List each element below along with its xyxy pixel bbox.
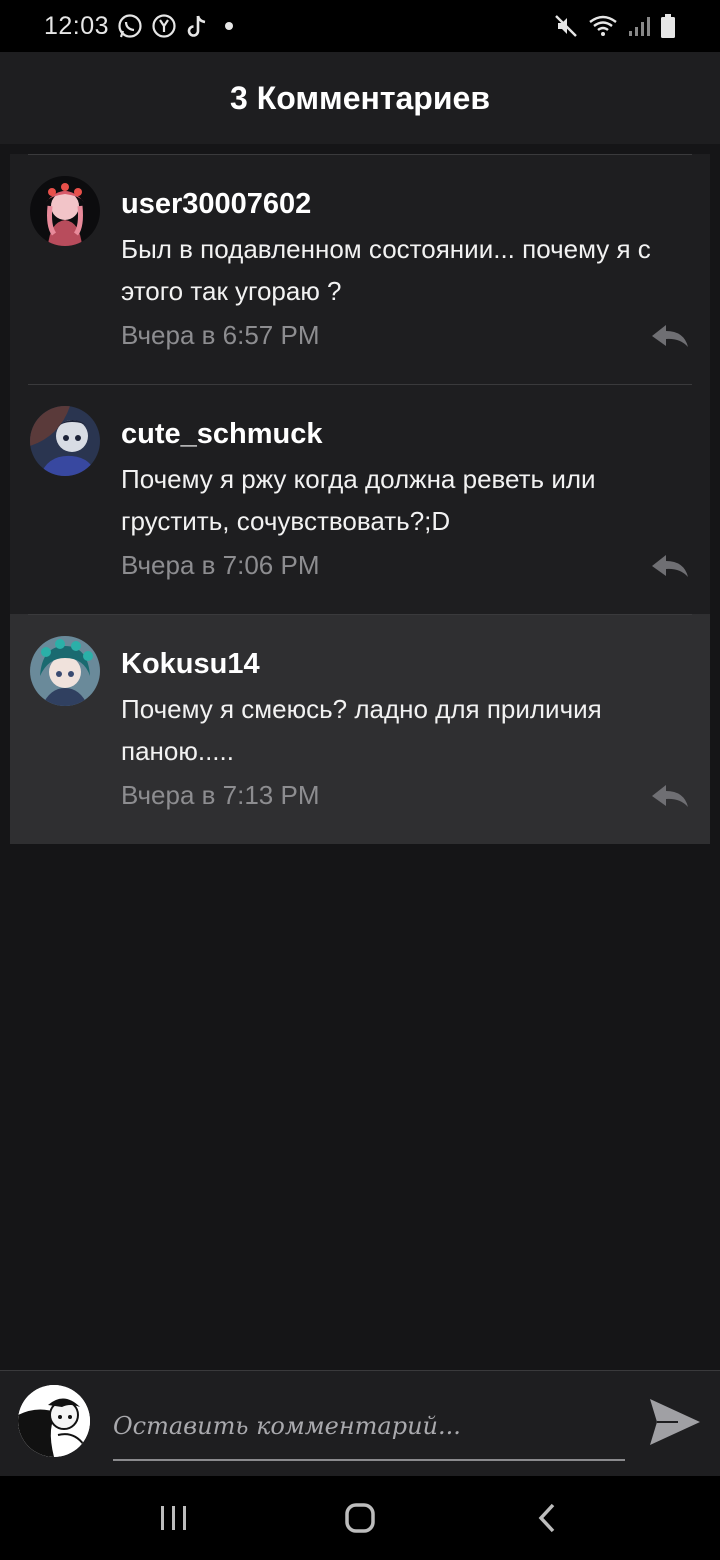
battery-icon: [660, 13, 676, 39]
comment-text: Был в подавленном состоянии... почему я …: [121, 234, 651, 306]
reply-icon[interactable]: [650, 322, 690, 352]
username[interactable]: Kokusu14: [121, 644, 696, 684]
timestamp: Вчера в 7:13 PM: [121, 780, 320, 810]
signal-icon: [628, 15, 650, 37]
wifi-icon: [588, 14, 618, 38]
divider: [28, 154, 692, 155]
avatar[interactable]: [30, 636, 100, 706]
comments-screen: 12:03 3 Комментариев user30007602 Был в …: [0, 0, 720, 1560]
reply-icon[interactable]: [650, 552, 690, 582]
avatar[interactable]: [30, 406, 100, 476]
status-left: 12:03: [44, 11, 234, 41]
timestamp: Вчера в 7:06 PM: [121, 550, 320, 580]
reply-icon[interactable]: [650, 782, 690, 812]
username[interactable]: cute_schmuck: [121, 414, 696, 454]
dot-icon: [225, 22, 234, 30]
home-icon: [345, 1503, 375, 1533]
comment-input-bar: [0, 1370, 720, 1476]
send-button[interactable]: [648, 1397, 702, 1447]
tiktok-icon: [185, 13, 209, 39]
back-button[interactable]: [528, 1500, 568, 1536]
yandex-icon: [151, 13, 177, 39]
system-nav-bar: [0, 1476, 720, 1560]
whatsapp-icon: [117, 13, 143, 39]
mute-icon: [554, 14, 578, 38]
back-icon: [538, 1503, 555, 1533]
comment-body: user30007602 Был в подавленном состоянии…: [121, 184, 696, 312]
recent-apps-icon: [161, 1506, 186, 1530]
page-title: 3 Комментариев: [230, 79, 490, 116]
comment-list: user30007602 Был в подавленном состоянии…: [10, 154, 710, 844]
status-time: 12:03: [44, 11, 110, 40]
comment-item[interactable]: Kokusu14 Почему я смеюсь? ладно для прил…: [10, 614, 710, 844]
divider: [28, 384, 692, 385]
home-button[interactable]: [340, 1500, 380, 1536]
avatar[interactable]: [30, 176, 100, 246]
header: 3 Комментариев: [0, 52, 720, 144]
comment-text: Почему я смеюсь? ладно для приличия пано…: [121, 694, 602, 766]
comment-body: Kokusu14 Почему я смеюсь? ладно для прил…: [121, 644, 696, 772]
status-right: [554, 13, 676, 39]
divider: [28, 614, 692, 615]
timestamp: Вчера в 6:57 PM: [121, 320, 320, 350]
recent-apps-button[interactable]: [154, 1500, 194, 1536]
comment-item[interactable]: cute_schmuck Почему я ржу когда должна р…: [10, 384, 710, 614]
send-icon: [650, 1399, 700, 1445]
username[interactable]: user30007602: [121, 184, 696, 224]
avatar[interactable]: [18, 1385, 90, 1457]
comment-body: cute_schmuck Почему я ржу когда должна р…: [121, 414, 696, 542]
comment-text: Почему я ржу когда должна реветь или гру…: [121, 464, 596, 536]
comment-input[interactable]: [113, 1393, 625, 1461]
status-bar: 12:03: [0, 0, 720, 52]
comment-item[interactable]: user30007602 Был в подавленном состоянии…: [10, 154, 710, 384]
